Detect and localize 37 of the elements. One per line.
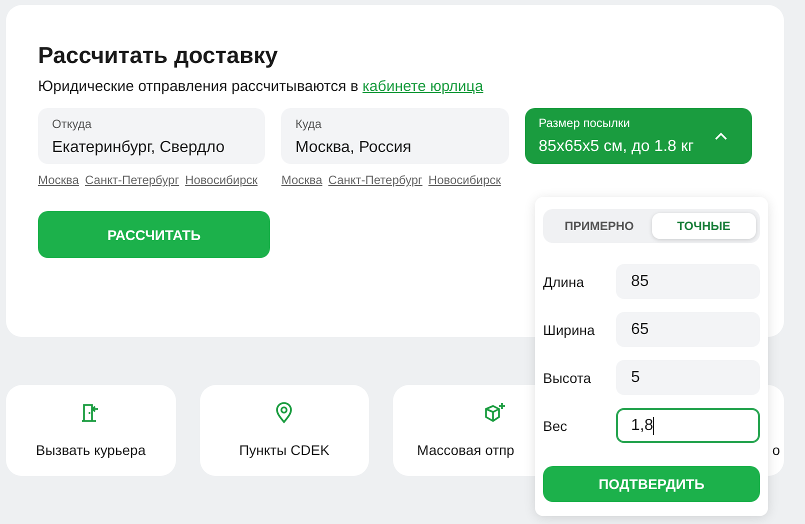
city-suggestion-link[interactable]: Новосибирск	[428, 173, 501, 187]
parcel-size-dropdown[interactable]: Размер посылки 85x65x5 см, до 1.8 кг	[524, 108, 752, 164]
dimension-input[interactable]: 85	[616, 264, 760, 299]
dimension-input[interactable]: 1,8	[616, 408, 760, 443]
text-cursor	[653, 416, 654, 434]
field-label: Откуда	[52, 117, 92, 132]
dimension-input[interactable]: 65	[616, 312, 760, 347]
field-value: Москва, Россия	[295, 138, 412, 158]
dimension-label: Ширина	[543, 322, 596, 338]
service-label: Вызвать курьера	[36, 442, 146, 458]
service-label: Пункты CDEK	[239, 442, 330, 458]
dimension-input[interactable]: 5	[616, 360, 760, 395]
origin-field[interactable]: Откуда Екатеринбург, Свердло	[38, 108, 266, 164]
dimension-label: Вес	[543, 418, 568, 434]
mode-tab[interactable]: ПРИМЕРНО	[547, 213, 652, 239]
service-tile[interactable]: Пункты CDEK	[200, 385, 369, 476]
box-plus-icon	[483, 401, 507, 425]
field-label: Размер посылки	[538, 116, 631, 130]
service-tile[interactable]: Вызвать курьера	[6, 385, 176, 476]
service-label: о	[772, 442, 780, 458]
field-value: Екатеринбург, Свердло	[52, 138, 226, 158]
city-suggestion-link[interactable]: Новосибирск	[185, 173, 258, 187]
city-suggestion-link[interactable]: Санкт-Петербург	[328, 173, 422, 187]
chevron-up-icon	[714, 132, 728, 140]
calculator-title: Рассчитать доставку	[38, 41, 279, 69]
dimension-label: Высота	[543, 370, 592, 386]
city-suggestion-link[interactable]: Москва	[281, 173, 322, 187]
dimension-label: Длина	[543, 274, 585, 290]
destination-field[interactable]: Куда Москва, Россия	[281, 108, 509, 164]
city-suggestion-link[interactable]: Москва	[38, 173, 79, 187]
mode-tab[interactable]: ТОЧНЫЕ	[652, 213, 756, 239]
field-value: 85x65x5 см, до 1.8 кг	[538, 136, 694, 156]
city-suggestion-link[interactable]: Санкт-Петербург	[84, 173, 180, 187]
field-label: Куда	[295, 117, 323, 132]
service-label: Массовая отпр	[417, 442, 514, 458]
legal-cabinet-link[interactable]: кабинете юрлица	[362, 78, 484, 95]
subtitle-text: Юридические отправления рассчитываются в кабинете юрлица	[38, 77, 484, 97]
